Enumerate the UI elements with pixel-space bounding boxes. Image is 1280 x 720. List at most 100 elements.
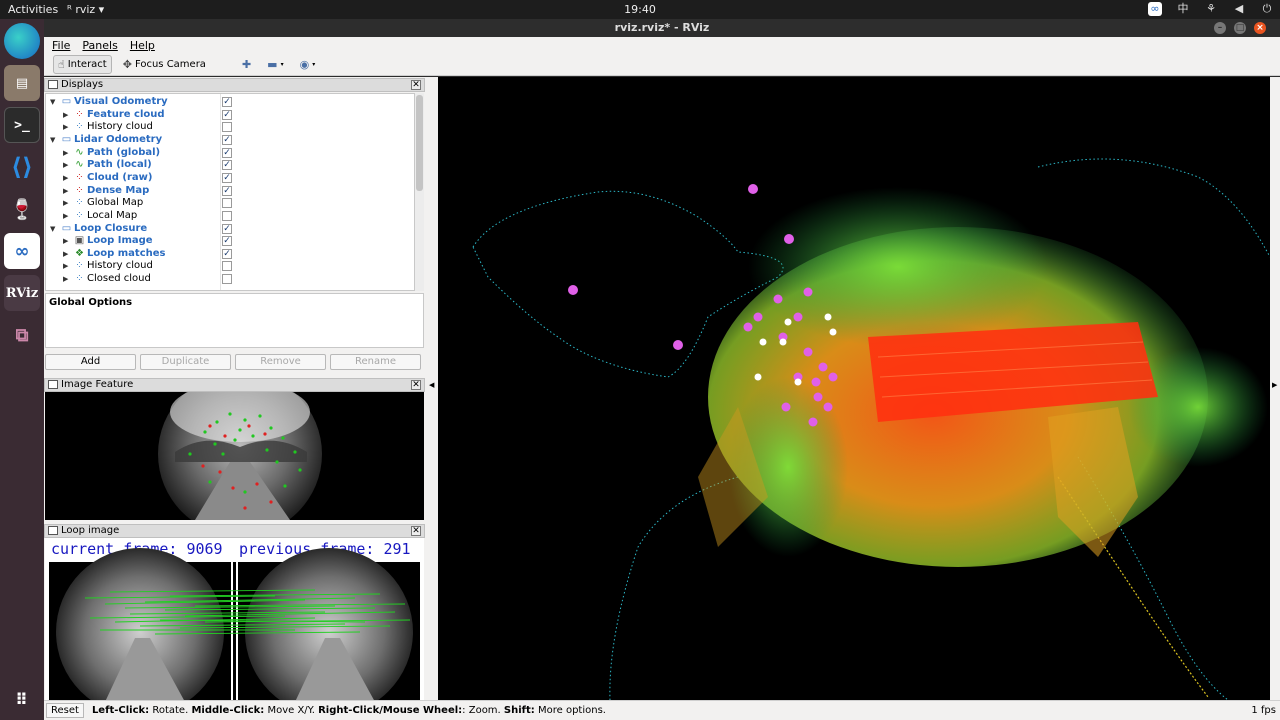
file-manager-icon[interactable]: ▤ <box>4 65 40 101</box>
minimize-icon[interactable]: – <box>1214 22 1226 34</box>
tool-properties-button[interactable]: ◉ ▾ <box>295 55 321 74</box>
loop-pose-marker <box>784 234 794 244</box>
enable-checkbox[interactable]: ✓ <box>222 160 232 171</box>
display-row[interactable]: ▶ ∿ Path (local) ✓ <box>46 159 414 172</box>
expand-arrow-icon[interactable]: ▶ <box>63 210 68 222</box>
minus-icon: ▬ <box>267 57 278 71</box>
expand-arrow-icon[interactable]: ▶ <box>63 121 68 133</box>
enable-checkbox[interactable]: ✓ <box>222 109 232 120</box>
display-row[interactable]: ▶ ⁘ History cloud <box>46 260 414 273</box>
display-label: Cloud (raw) <box>87 171 153 183</box>
display-label: Loop Closure <box>74 222 148 234</box>
enable-checkbox[interactable]: ✓ <box>222 185 232 196</box>
edge-browser-icon[interactable] <box>4 23 40 59</box>
display-row[interactable]: ▶ ∿ Path (global) ✓ <box>46 147 414 160</box>
expand-arrow-icon[interactable]: ▶ <box>63 172 68 184</box>
reset-button[interactable]: Reset <box>46 703 84 718</box>
clock[interactable]: 19:40 <box>0 3 1280 16</box>
expand-arrow-icon[interactable]: ▶ <box>63 248 68 260</box>
collapse-right-icon[interactable]: ▶ <box>1272 381 1277 389</box>
remove-button[interactable]: Remove <box>235 354 326 370</box>
enable-checkbox[interactable] <box>222 210 232 221</box>
enable-checkbox[interactable]: ✓ <box>222 223 232 234</box>
rviz-icon[interactable]: RViz <box>4 275 40 311</box>
display-label: Visual Odometry <box>74 96 168 107</box>
expand-arrow-icon[interactable]: ▶ <box>63 235 68 247</box>
rqt-icon[interactable]: ⧉ <box>4 317 40 353</box>
collapse-arrow-icon[interactable]: ▼ <box>50 96 55 108</box>
window-title: rviz.rviz* - RViz <box>614 21 710 34</box>
terminal-icon[interactable]: >_ <box>4 107 40 143</box>
app-indicator-icon[interactable]: ∞ <box>1148 2 1162 16</box>
display-row[interactable]: ▶ ⁘ Dense Map ✓ <box>46 185 414 198</box>
activities-button[interactable]: Activities <box>8 3 58 16</box>
baidu-netdisk-icon[interactable]: ∞ <box>4 233 40 269</box>
add-button[interactable]: Add <box>45 354 136 370</box>
add-tool-button[interactable]: ✚ <box>237 55 256 74</box>
enable-checkbox[interactable]: ✓ <box>222 236 232 247</box>
display-row[interactable]: ▶ ▣ Loop Image ✓ <box>46 235 414 248</box>
loop-pose-marker <box>673 340 683 350</box>
close-panel-icon[interactable]: ✕ <box>411 526 421 536</box>
duplicate-button[interactable]: Duplicate <box>140 354 231 370</box>
show-apps-icon[interactable]: ⠿ <box>4 681 40 717</box>
display-row[interactable]: ▶ ⁘ Closed cloud <box>46 273 414 286</box>
enable-checkbox[interactable]: ✓ <box>222 248 232 259</box>
enable-checkbox[interactable] <box>222 198 232 209</box>
input-method-icon[interactable]: 中▾ <box>1176 2 1190 29</box>
network-icon[interactable]: ⚘ <box>1204 2 1218 16</box>
vscode-icon[interactable]: ⟨⟩ <box>4 149 40 185</box>
close-panel-icon[interactable]: ✕ <box>411 380 421 390</box>
enable-checkbox[interactable]: ✓ <box>222 172 232 183</box>
expand-arrow-icon[interactable]: ▶ <box>63 185 68 197</box>
collapse-arrow-icon[interactable]: ▼ <box>50 223 55 235</box>
scrollbar-thumb[interactable] <box>416 95 423 191</box>
expand-arrow-icon[interactable]: ▶ <box>63 159 68 171</box>
expand-arrow-icon[interactable]: ▶ <box>63 197 68 209</box>
power-icon[interactable]: ⏻ <box>1260 2 1274 16</box>
display-row[interactable]: ▼ ▭ Visual Odometry ✓ <box>46 96 414 109</box>
focus-camera-tool-button[interactable]: ✥ Focus Camera <box>118 55 211 74</box>
interact-tool-button[interactable]: ☝ Interact <box>53 54 112 74</box>
3d-render-view[interactable] <box>438 77 1270 700</box>
displays-buttons: Add Duplicate Remove Rename <box>45 354 421 370</box>
close-panel-icon[interactable]: ✕ <box>411 80 421 90</box>
display-row[interactable]: ▶ ⁘ Feature cloud ✓ <box>46 109 414 122</box>
target-icon: ◉ <box>299 57 310 71</box>
display-label: History cloud <box>87 121 153 133</box>
remove-tool-button[interactable]: ▬ ▾ <box>262 55 288 74</box>
display-row[interactable]: ▶ ⁘ Global Map <box>46 197 414 210</box>
menu-help[interactable]: Help <box>130 39 155 52</box>
right-dock-edge[interactable]: ▶ <box>1270 77 1280 700</box>
expand-arrow-icon[interactable]: ▶ <box>63 147 68 159</box>
display-row[interactable]: ▶ ⁘ Cloud (raw) ✓ <box>46 171 414 185</box>
rename-button[interactable]: Rename <box>330 354 421 370</box>
collapse-left-icon[interactable]: ◀ <box>429 381 434 389</box>
collapse-arrow-icon[interactable]: ▼ <box>50 134 55 146</box>
menu-file[interactable]: File <box>52 39 70 52</box>
display-row[interactable]: ▼ ▭ Loop Closure ✓ <box>46 222 414 236</box>
displays-scrollbar[interactable] <box>415 93 424 291</box>
display-row[interactable]: ▶ ⁘ Local Map <box>46 210 414 223</box>
volume-icon[interactable]: ◀ <box>1232 2 1246 16</box>
fisheye-feature-image <box>158 392 322 520</box>
wine-icon[interactable]: 🍷 <box>4 191 40 227</box>
loop-pose-marker <box>803 287 813 297</box>
app-menu[interactable]: ᴿ rviz ▾ <box>67 3 104 16</box>
enable-checkbox[interactable]: ✓ <box>222 147 232 158</box>
menu-panels[interactable]: Panels <box>82 39 117 52</box>
close-icon[interactable]: × <box>1254 22 1266 34</box>
enable-checkbox[interactable]: ✓ <box>222 97 232 107</box>
enable-checkbox[interactable] <box>222 122 232 133</box>
enable-checkbox[interactable] <box>222 274 232 285</box>
enable-checkbox[interactable] <box>222 261 232 272</box>
display-row[interactable]: ▶ ❖ Loop matches ✓ <box>46 248 414 261</box>
enable-checkbox[interactable]: ✓ <box>222 134 232 145</box>
display-row[interactable]: ▼ ▭ Lidar Odometry ✓ <box>46 134 414 147</box>
expand-arrow-icon[interactable]: ▶ <box>63 109 68 121</box>
display-row[interactable]: ▶ ⁘ History cloud <box>46 121 414 134</box>
expand-arrow-icon[interactable]: ▶ <box>63 260 68 272</box>
expand-arrow-icon[interactable]: ▶ <box>63 273 68 285</box>
maximize-icon[interactable]: □ <box>1234 22 1246 34</box>
panel-splitter[interactable]: ◀ <box>426 77 438 700</box>
